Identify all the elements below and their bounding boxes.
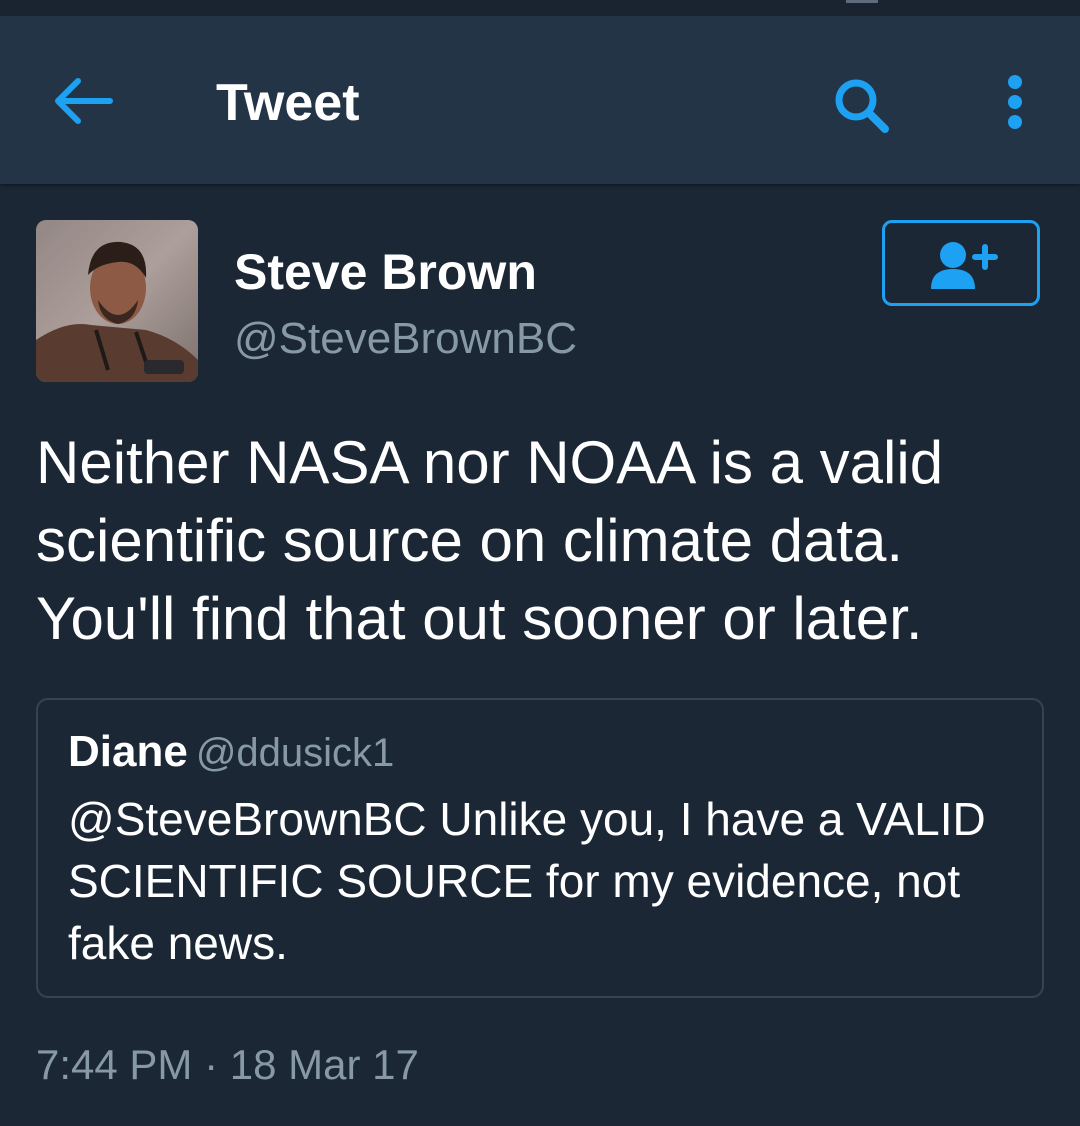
add-user-icon: [931, 242, 998, 289]
quoted-tweet-text: @SteveBrownBC Unlike you, I have a VALID…: [68, 793, 986, 969]
quoted-display-name: Diane: [68, 727, 188, 776]
status-indicator: [846, 0, 878, 3]
app-bar: Tweet: [0, 16, 1080, 184]
quoted-tweet-card[interactable]: Diane @ddusick1 @SteveBrownBC Unlike you,…: [36, 698, 1044, 998]
author-display-name[interactable]: Steve Brown: [234, 242, 537, 302]
author-handle[interactable]: @SteveBrownBC: [234, 310, 577, 368]
quoted-author: Diane @ddusick1: [68, 724, 394, 781]
follow-button[interactable]: [882, 220, 1040, 306]
back-button[interactable]: [50, 76, 120, 126]
more-vertical-icon: [1008, 75, 1022, 129]
avatar[interactable]: [36, 220, 198, 382]
page-title: Tweet: [216, 74, 360, 132]
search-button[interactable]: [828, 72, 898, 142]
profile-photo: [36, 220, 198, 382]
tweet-text: Neither NASA nor NOAA is a valid scienti…: [36, 429, 944, 652]
quoted-handle: @ddusick1: [195, 731, 395, 775]
search-icon: [835, 79, 889, 133]
arrow-left-icon: [55, 78, 113, 124]
more-options-button[interactable]: [990, 72, 1040, 142]
status-bar: [0, 0, 1080, 16]
tweet-timestamp: 7:44 PM · 18 Mar 17: [36, 1041, 419, 1088]
